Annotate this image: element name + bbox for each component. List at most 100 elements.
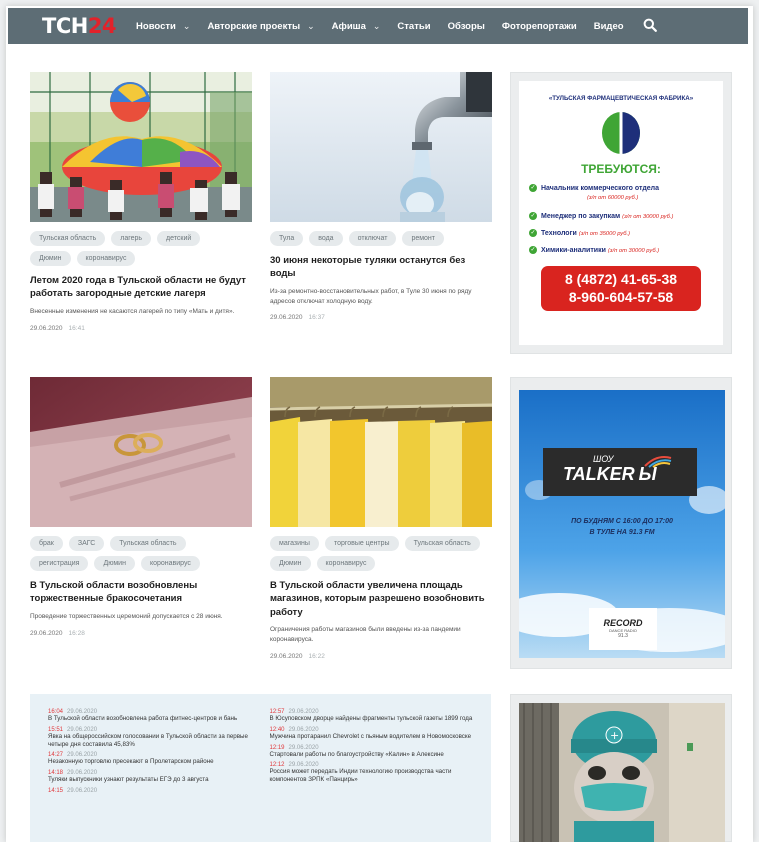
ad-talker-content: ШОУ TALKER Ы ПО БУДНЯМ С 16:00 ДО 17:00 В… — [519, 390, 725, 658]
check-circle-icon: ✓ — [529, 246, 537, 255]
ad-radio-logo: RECORD DANCE RADIO 91.3 — [589, 608, 657, 650]
ad-photo-content: + — [519, 703, 725, 842]
article-date: 29.06.2020 — [270, 652, 303, 660]
news-text: Туляки выпускники узнают результаты ЕГЭ … — [48, 776, 209, 783]
chevron-down-icon: ⌄ — [307, 20, 315, 31]
nav-label: Новости — [136, 20, 176, 32]
article-title[interactable]: 30 июня некоторые туляки останутся без в… — [270, 254, 492, 281]
news-time: 14:15 — [48, 787, 64, 794]
news-text: В Тульской области возобновлена работа ф… — [48, 715, 238, 722]
news-feed: 16:04 29.06.2020 В Тульской области возобн… — [30, 694, 491, 842]
article-image-rings[interactable] — [30, 377, 252, 527]
search-icon[interactable] — [643, 18, 659, 34]
tag[interactable]: коронавирус — [76, 251, 136, 266]
article-time: 16:22 — [308, 652, 325, 660]
article-title[interactable]: Летом 2020 года в Тульской области не бу… — [30, 274, 252, 301]
article-title[interactable]: В Тульской области увеличена площадь маг… — [270, 579, 492, 619]
ad-schedule-line-1: ПО БУДНЯМ С 16:00 ДО 17:00 — [571, 518, 673, 525]
nav-item-author-projects[interactable]: Авторские проекты ⌄ — [207, 21, 314, 32]
nav-label: Видео — [593, 20, 624, 32]
article-image-camp[interactable] — [30, 72, 252, 222]
article-card[interactable]: брак ЗАГС Тульская область регистрация Д… — [30, 377, 252, 637]
tag[interactable]: вода — [309, 231, 343, 246]
news-time: 12:19 — [269, 744, 285, 751]
tag[interactable]: ремонт — [402, 231, 445, 246]
article-date: 29.06.2020 — [30, 629, 63, 637]
tag[interactable]: Тула — [270, 231, 304, 246]
tag[interactable]: ЗАГС — [68, 536, 105, 551]
news-feed-item[interactable]: 12:40 29.06.2020 Мужчина протаранил Chevro… — [270, 727, 489, 741]
chevron-down-icon: ⌄ — [182, 20, 191, 31]
site-logo[interactable]: ТСН24 — [42, 14, 117, 38]
article-lead: Из-за ремонтно-восстановительных работ, … — [270, 287, 472, 305]
news-feed-item[interactable]: 14:18 29.06.2020 Туляки выпускники узнают … — [48, 770, 267, 784]
ad-phone-block[interactable]: 8 (4872) 41-65-38 8-960-604-57-58 — [541, 266, 701, 311]
ad-vacancy-item: ✓ Технологи (з/п от 35000 руб.) — [529, 229, 723, 238]
tag[interactable]: брак — [30, 536, 63, 551]
article-image-clothes[interactable] — [270, 377, 492, 527]
news-date: 29.06.2020 — [67, 726, 98, 733]
news-feed-item[interactable]: 12:12 29.06.2020 Россия может передать Инд… — [270, 762, 489, 784]
ad-vacancy-salary: (з/п от 30000 руб.) — [622, 213, 674, 220]
ad-vacancy-item: ✓ Менеджер по закупкам (з/п от 30000 руб… — [529, 212, 723, 221]
svg-text:+: + — [610, 729, 619, 742]
news-feed-item[interactable]: 16:04 29.06.2020 В Тульской области возобн… — [48, 709, 267, 723]
tag[interactable]: лагерь — [111, 231, 152, 246]
article-card[interactable]: магазины торговые центры Тульская област… — [270, 377, 492, 660]
news-date: 29.06.2020 — [288, 744, 319, 751]
tag[interactable]: Тульская область — [30, 231, 106, 246]
nav-item-news[interactable]: Новости ⌄ — [136, 21, 190, 32]
tag[interactable]: коронавирус — [140, 556, 200, 571]
ad-radio-freq: 91.3 — [618, 633, 628, 639]
nav-item-articles[interactable]: Статьи — [397, 21, 430, 32]
article-meta: 29.06.2020 16:37 — [270, 314, 492, 321]
article-date: 29.06.2020 — [270, 314, 303, 322]
tag[interactable]: Дюмин — [30, 251, 71, 266]
ad-banner-photo[interactable]: + — [510, 694, 732, 842]
ad-vacancy-role: Технологи — [541, 229, 577, 237]
nav-item-video[interactable]: Видео — [594, 21, 624, 32]
news-time: 15:51 — [48, 726, 64, 733]
tag[interactable]: отключат — [348, 231, 397, 246]
nav-item-afisha[interactable]: Афиша ⌄ — [332, 21, 381, 32]
nav-item-photo-reports[interactable]: Фоторепортажи — [502, 21, 577, 32]
nav-label: Авторские проекты — [207, 20, 301, 32]
tag[interactable]: Дюмин — [270, 556, 311, 571]
tag[interactable]: торговые центры — [324, 536, 399, 551]
tag[interactable]: детский — [157, 231, 201, 246]
tag[interactable]: Дюмин — [94, 556, 135, 571]
news-feed-item[interactable]: 12:19 29.06.2020 Стартовали работы по благ… — [270, 745, 489, 759]
ad-phone-1: 8 (4872) 41-65-38 — [564, 271, 678, 288]
swoosh-icon — [644, 456, 672, 468]
tag[interactable]: магазины — [270, 536, 319, 551]
ad-banner-talker[interactable]: ШОУ TALKER Ы ПО БУДНЯМ С 16:00 ДО 17:00 В… — [510, 377, 732, 669]
nav-item-reviews[interactable]: Обзоры — [448, 21, 485, 32]
article-lead: Ограничения работы магазинов были введен… — [270, 626, 461, 644]
ad-banner-pharma[interactable]: «ТУЛЬСКАЯ ФАРМАЦЕВТИЧЕСКАЯ ФАБРИКА» ТРЕБ… — [510, 72, 732, 354]
check-circle-icon: ✓ — [529, 184, 537, 192]
ad-vacancy-role: Менеджер по закупкам — [541, 212, 621, 220]
ad-vacancy-list: ✓ Начальник коммерческого отдела (з/п от … — [519, 184, 723, 255]
article-time: 16:41 — [68, 324, 85, 332]
top-navigation-bar: ТСН24 Новости ⌄ Авторские проекты ⌄ Афиша ⌄… — [8, 8, 748, 44]
tag[interactable]: Тульская область — [404, 536, 480, 551]
article-image-tap[interactable] — [270, 72, 492, 222]
ad-show-prefix: ШОУ — [593, 454, 614, 464]
news-date: 29.06.2020 — [67, 787, 98, 794]
news-text: Стартовали работы по благоустройству «Ка… — [269, 750, 444, 758]
nav-label: Афиша — [331, 20, 366, 32]
news-text: Явка на общероссийском голосовании в Тул… — [48, 732, 248, 748]
article-card[interactable]: Тульская область лагерь детский Дюмин ко… — [30, 72, 252, 332]
tag[interactable]: регистрация — [30, 556, 89, 571]
tag[interactable]: коронавирус — [316, 556, 376, 571]
tag[interactable]: Тульская область — [110, 536, 186, 551]
news-feed-item[interactable]: 15:51 29.06.2020 Явка на общероссийском го… — [48, 727, 267, 749]
news-feed-item[interactable]: 14:15 29.06.2020 — [48, 788, 267, 794]
news-text: Россия может передать Индии технологию п… — [269, 768, 452, 783]
ad-vacancy-salary: (з/п от 35000 руб.) — [578, 230, 631, 237]
news-feed-column-right: 12:57 29.06.2020 В Юсуповском дворце найде… — [270, 709, 489, 842]
news-feed-item[interactable]: 12:57 29.06.2020 В Юсуповском дворце найде… — [270, 709, 489, 723]
article-title[interactable]: В Тульской области возобновлены торжеств… — [30, 579, 252, 606]
news-feed-item[interactable]: 14:27 29.06.2020 Незаконную торговлю пресе… — [48, 752, 267, 766]
article-card[interactable]: Тула вода отключат ремонт 30 июня некото… — [270, 72, 492, 321]
